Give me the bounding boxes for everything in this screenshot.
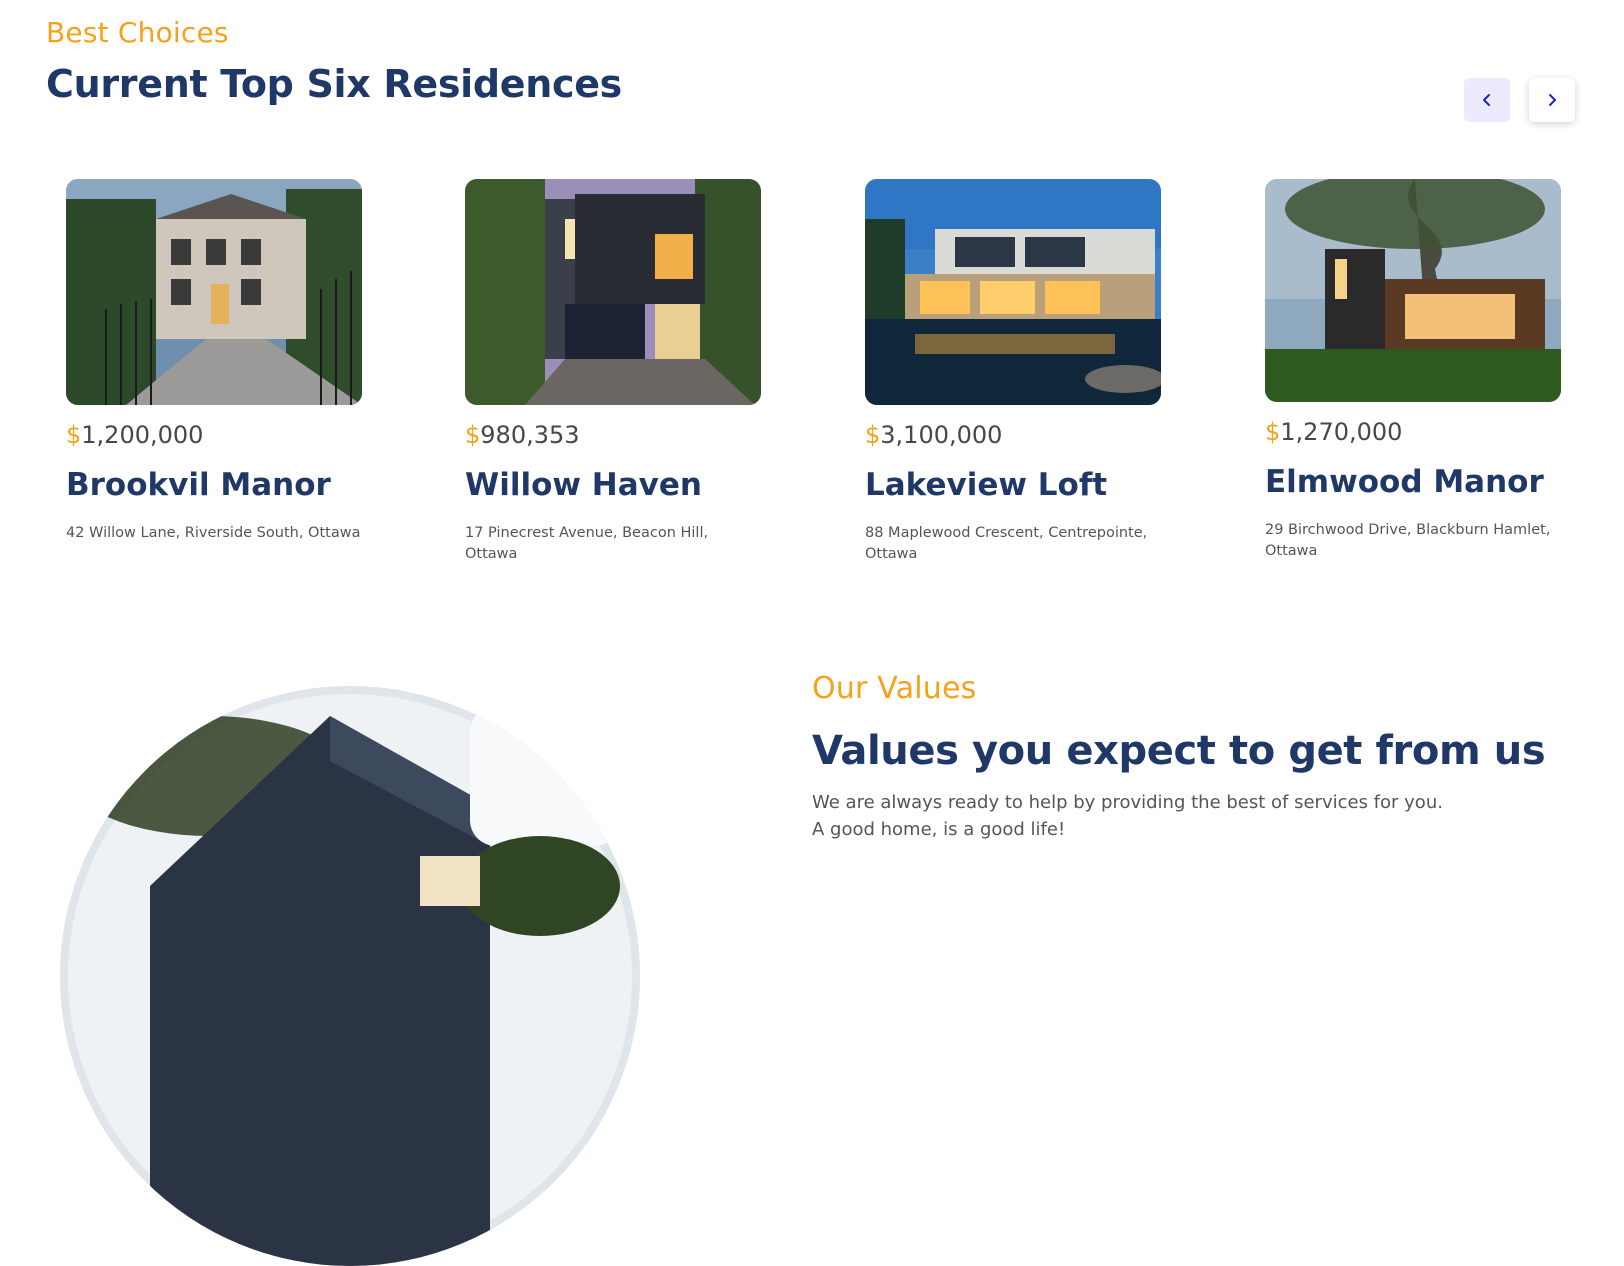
- listing-photo: [1265, 179, 1561, 402]
- listing-address: 29 Birchwood Drive, Blackburn Hamlet, Ot…: [1265, 522, 1551, 559]
- currency-symbol: $: [1265, 418, 1281, 446]
- listing-name[interactable]: Willow Haven: [465, 467, 761, 503]
- listing-name[interactable]: Lakeview Loft: [865, 467, 1161, 503]
- listing-price-value: 3,100,000: [880, 421, 1003, 449]
- listing-card[interactable]: $3,100,000 Lakeview Loft 88 Maplewood Cr…: [865, 179, 1161, 565]
- values-description-line: A good home, is a good life!: [812, 819, 1066, 840]
- listing-price: $980,353: [465, 421, 761, 449]
- listing-price: $1,270,000: [1265, 418, 1561, 446]
- chevron-right-icon: [1549, 94, 1556, 106]
- listing-price-value: 1,270,000: [1280, 418, 1403, 446]
- listing-address: 42 Willow Lane, Riverside South, Ottawa: [66, 525, 361, 541]
- carousel-next-button[interactable]: [1529, 78, 1575, 122]
- listing-address: 17 Pinecrest Avenue, Beacon Hill, Ottawa: [465, 525, 709, 562]
- currency-symbol: $: [465, 421, 481, 449]
- listing-name[interactable]: Brookvil Manor: [66, 467, 362, 503]
- section-title: Current Top Six Residences: [46, 62, 623, 106]
- currency-symbol: $: [865, 421, 881, 449]
- chevron-left-icon: [1483, 94, 1490, 106]
- listing-photo: [66, 179, 362, 405]
- listing-address: 88 Maplewood Crescent, Centrepointe, Ott…: [865, 525, 1148, 562]
- listing-price: $3,100,000: [865, 421, 1161, 449]
- listing-photo: [865, 179, 1161, 405]
- listing-photo: [465, 179, 761, 405]
- section-eyebrow: Best Choices: [46, 16, 229, 49]
- listing-name[interactable]: Elmwood Manor: [1265, 464, 1561, 500]
- currency-symbol: $: [66, 421, 82, 449]
- values-eyebrow: Our Values: [812, 671, 977, 706]
- listing-card[interactable]: $1,270,000 Elmwood Manor 29 Birchwood Dr…: [1265, 179, 1561, 562]
- values-photo: [60, 686, 640, 1266]
- values-title: Values you expect to get from us: [812, 728, 1546, 774]
- listing-card[interactable]: $980,353 Willow Haven 17 Pinecrest Avenu…: [465, 179, 761, 565]
- carousel-prev-button[interactable]: [1464, 78, 1510, 122]
- listing-price-value: 1,200,000: [81, 421, 204, 449]
- values-description-line: We are always ready to help by providing…: [812, 792, 1443, 813]
- listing-price-value: 980,353: [480, 421, 580, 449]
- listing-card[interactable]: $1,200,000 Brookvil Manor 42 Willow Lane…: [66, 179, 362, 544]
- listing-price: $1,200,000: [66, 421, 362, 449]
